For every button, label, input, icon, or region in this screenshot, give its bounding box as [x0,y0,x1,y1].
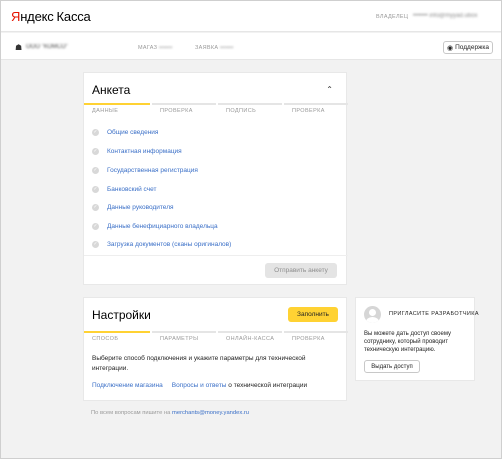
step-label: СПОСОБ [92,336,119,342]
collapse-chevron-icon[interactable]: ⌃ [326,85,333,94]
invite-developer-title: ПРИГЛАСИТЕ РАЗРАБОТЧИКА [389,311,479,317]
settings-step-4: ПРОВЕРКА [284,331,348,345]
headset-icon: ◉ [446,44,454,52]
avatar-body [366,317,379,323]
settings-title: Настройки [92,308,151,322]
request-id-value: •••••• [220,45,234,51]
step-label: ОНЛАЙН-КАССА [226,336,275,342]
anketa-item-label[interactable]: Общие сведения [107,129,158,136]
invite-developer-card: ПРИГЛАСИТЕ РАЗРАБОТЧИКА Вы можете дать д… [355,297,479,381]
logo-letter-y: Я [11,9,21,24]
send-anketa-button[interactable]: Отправить анкету [265,263,337,278]
anketa-item-general[interactable]: ✓ Общие сведения [92,125,158,139]
account-bar: ☗ ООО "КОМСО" МАГАЗ •••••• ЗАЯВКА ••••••… [1,33,501,60]
grant-access-button[interactable]: Выдать доступ [364,360,420,373]
request-id: ЗАЯВКА •••••• [195,45,234,51]
check-icon: ✓ [92,222,99,230]
logo-product: Касса [56,9,91,24]
anketa-item-label[interactable]: Государственная регистрация [107,167,198,174]
anketa-steps: ДАННЫЕ ПРОВЕРКА ПОДПИСЬ ПРОВЕРКА [84,103,348,117]
step-label: ПАРАМЕТРЫ [160,336,199,342]
avatar-placeholder-icon [364,306,381,323]
company-icon: ☗ [15,43,23,52]
support-button[interactable]: ◉ Поддержка [443,41,493,54]
check-icon: ✓ [92,147,99,155]
settings-step-3: ОНЛАЙН-КАССА [218,331,282,345]
step-bar [218,331,282,333]
anketa-title: Анкета [92,83,131,97]
settings-description: Выберите способ подключения и укажите па… [92,355,306,372]
settings-step-2: ПАРАМЕТРЫ [152,331,216,345]
settings-card: Настройки Заполнить СПОСОБ ПАРАМЕТРЫ ОНЛ… [83,297,348,401]
request-id-label: ЗАЯВКА [195,45,219,51]
anketa-step-4: ПРОВЕРКА [284,103,348,117]
step-label: ПРОВЕРКА [292,108,325,114]
anketa-item-label[interactable]: Контактная информация [107,148,182,155]
anketa-item-label[interactable]: Банковский счет [107,186,156,193]
anketa-item-documents[interactable]: ✓ Загрузка документов (сканы оригиналов) [92,237,231,251]
step-bar [84,331,150,333]
owner-value[interactable]: ••••••• info@myyad.ubox [413,13,478,19]
anketa-item-label[interactable]: Загрузка документов (сканы оригиналов) [107,241,231,248]
anketa-item-beneficiary[interactable]: ✓ Данные бенефициарного владельца [92,219,218,233]
support-button-label: Поддержка [455,44,490,51]
step-bar [152,103,216,105]
step-label: ПОДПИСЬ [226,108,257,114]
owner-label: ВЛАДЕЛЕЦ [376,14,409,20]
step-label: ДАННЫЕ [92,108,119,114]
anketa-step-2: ПРОВЕРКА [152,103,216,117]
faq-suffix: о технической интеграции [226,382,308,389]
company-name[interactable]: ООО "КОМСО" [26,44,68,50]
faq-link[interactable]: Вопросы и ответы [172,382,227,389]
anketa-item-registration[interactable]: ✓ Государственная регистрация [92,163,198,177]
settings-step-1: СПОСОБ [84,331,150,345]
anketa-card: Анкета ⌃ ДАННЫЕ ПРОВЕРКА ПОДПИСЬ ПРОВЕРК… [83,72,348,285]
avatar-head [369,309,376,316]
step-bar [284,331,348,333]
settings-links: Подключение магазина Вопросы и ответы о … [92,382,307,389]
invite-developer-text: Вы можете дать доступ своему сотруднику,… [364,331,452,353]
check-icon: ✓ [92,240,99,248]
anketa-step-3: ПОДПИСЬ [218,103,282,117]
anketa-item-label[interactable]: Данные бенефициарного владельца [107,223,218,230]
connect-shop-link[interactable]: Подключение магазина [92,382,163,389]
yandex-kassa-logo[interactable]: Яндекс Касса [11,9,91,24]
anketa-item-label[interactable]: Данные руководителя [107,204,174,211]
anketa-item-director[interactable]: ✓ Данные руководителя [92,200,174,214]
settings-steps: СПОСОБ ПАРАМЕТРЫ ОНЛАЙН-КАССА ПРОВЕРКА [84,331,348,345]
shop-id-label: МАГАЗ [138,45,158,51]
anketa-item-contacts[interactable]: ✓ Контактная информация [92,144,182,158]
step-bar [84,103,150,105]
fill-settings-button[interactable]: Заполнить [288,307,338,322]
shop-id: МАГАЗ •••••• [138,45,172,51]
check-icon: ✓ [92,203,99,211]
support-email-link[interactable]: merchants@money.yandex.ru [172,410,249,416]
shop-id-value: •••••• [159,45,173,51]
footer-text: По всем вопросам пишите на [91,410,173,416]
anketa-step-1: ДАННЫЕ [84,103,150,117]
check-icon: ✓ [92,166,99,174]
step-bar [284,103,348,105]
check-icon: ✓ [92,128,99,136]
logo-brand-rest: ндекс [20,9,54,24]
anketa-item-bank[interactable]: ✓ Банковский счет [92,182,156,196]
check-icon: ✓ [92,185,99,193]
step-bar [218,103,282,105]
top-bar: Яндекс Касса ВЛАДЕЛЕЦ ••••••• info@myyad.… [1,1,501,32]
divider [84,255,348,256]
footer: По всем вопросам пишите на merchants@mon… [91,410,249,416]
step-bar [152,331,216,333]
step-label: ПРОВЕРКА [292,336,325,342]
step-label: ПРОВЕРКА [160,108,193,114]
